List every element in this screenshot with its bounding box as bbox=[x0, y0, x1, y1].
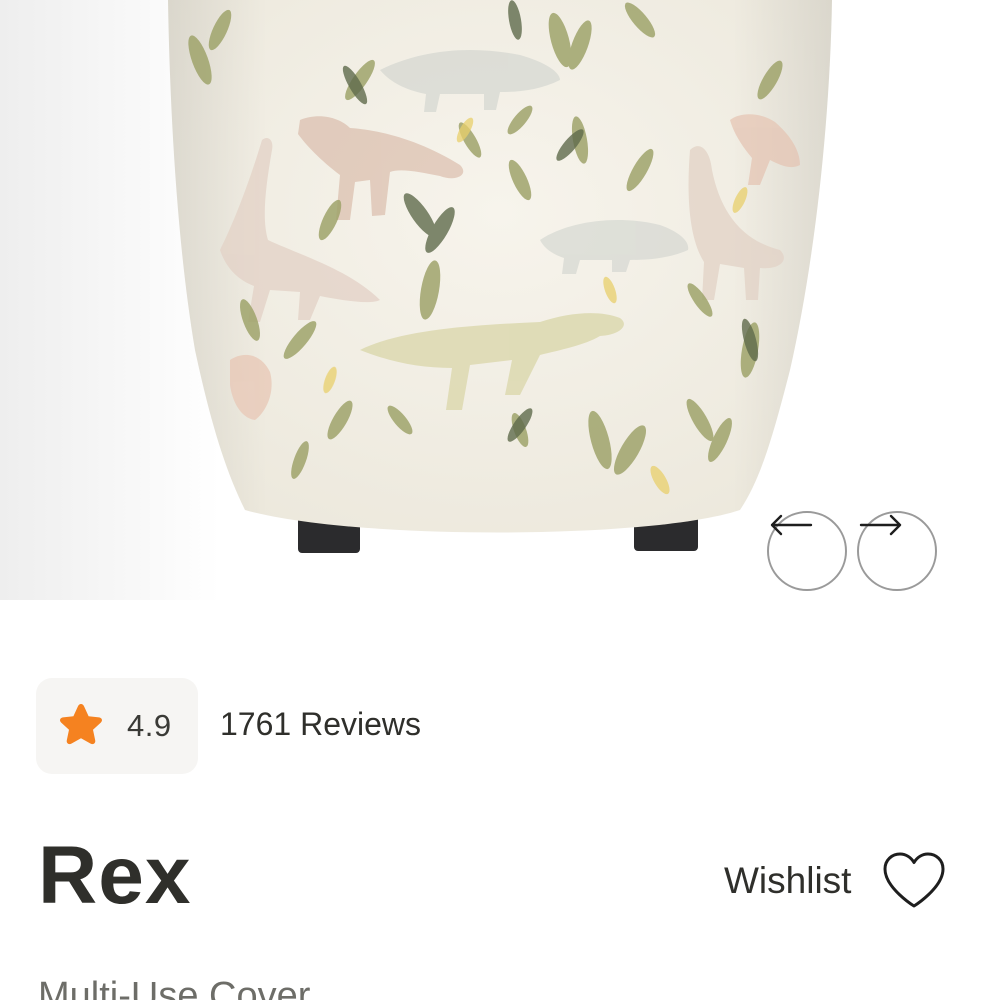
heart-outline-icon bbox=[883, 852, 945, 908]
product-page: 4.9 1761 Reviews Rex Wishlist Multi-Use … bbox=[0, 0, 1000, 1000]
product-title: Rex bbox=[38, 830, 192, 921]
product-subtitle: Multi-Use Cover bbox=[38, 975, 311, 1000]
arrow-left-icon bbox=[770, 514, 813, 536]
rating-score: 4.9 bbox=[127, 708, 172, 743]
reviews-link[interactable]: 1761 Reviews bbox=[220, 704, 421, 744]
arrow-right-icon bbox=[859, 514, 902, 536]
rating-badge: 4.9 bbox=[36, 678, 198, 774]
carousel-prev-button[interactable] bbox=[767, 511, 847, 591]
product-photo bbox=[168, 0, 832, 553]
wishlist-label: Wishlist bbox=[724, 860, 852, 901]
product-image[interactable] bbox=[0, 0, 1000, 600]
carousel-next-button[interactable] bbox=[857, 511, 937, 591]
wishlist-button[interactable]: Wishlist bbox=[724, 848, 947, 914]
star-icon bbox=[56, 701, 106, 751]
